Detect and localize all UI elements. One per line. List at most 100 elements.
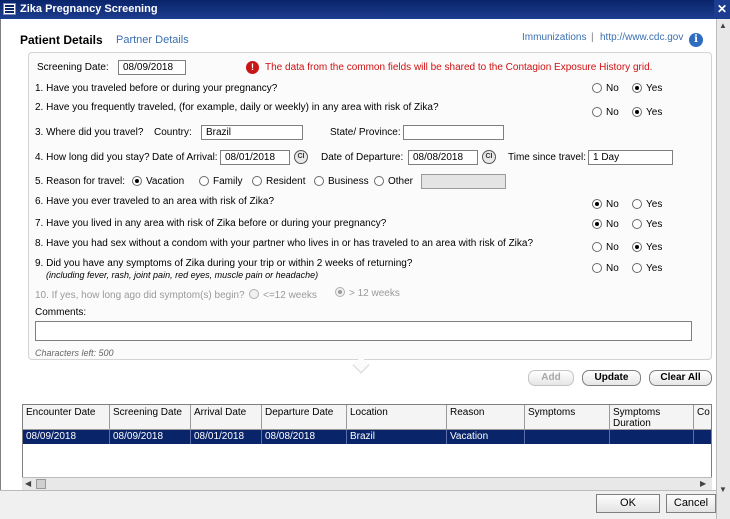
- column-header[interactable]: Screening Date: [110, 405, 191, 430]
- vertical-scrollbar[interactable]: ▲ ▼: [716, 19, 730, 519]
- q1-no-radio[interactable]: [592, 83, 602, 93]
- scroll-down-icon[interactable]: ▼: [719, 485, 727, 494]
- departure-label: Date of Departure:: [321, 152, 404, 163]
- reason-resident-radio[interactable]: [252, 176, 262, 186]
- q9-no-radio[interactable]: [592, 263, 602, 273]
- screening-date-field[interactable]: 08/09/2018: [118, 60, 186, 75]
- table-cell: [525, 430, 610, 444]
- window-title-bar: Zika Pregnancy Screening ✕: [0, 0, 730, 19]
- q2-no-label: No: [606, 107, 619, 118]
- question-10: 10. If yes, how long ago did symptom(s) …: [35, 290, 245, 301]
- q8-no-label: No: [606, 242, 619, 253]
- q10-over-12-label: > 12 weeks: [349, 288, 400, 299]
- q6-yes-label: Yes: [646, 199, 663, 210]
- question-4: 4. How long did you stay?: [35, 152, 150, 163]
- column-header[interactable]: Location: [347, 405, 447, 430]
- q1-yes-radio[interactable]: [632, 83, 642, 93]
- question-1: 1. Have you traveled before or during yo…: [35, 83, 278, 94]
- state-label: State/ Province:: [330, 127, 401, 138]
- state-field[interactable]: [403, 125, 504, 140]
- question-9-subtext: (including fever, rash, joint pain, red …: [46, 270, 319, 280]
- column-header[interactable]: Symptoms: [525, 405, 610, 430]
- window-title: Zika Pregnancy Screening: [20, 3, 158, 15]
- arrival-calendar-icon[interactable]: CI: [294, 150, 308, 164]
- cancel-button[interactable]: Cancel: [666, 494, 716, 513]
- q7-yes-radio[interactable]: [632, 219, 642, 229]
- table-cell: [694, 430, 711, 444]
- q9-yes-radio[interactable]: [632, 263, 642, 273]
- q8-yes-radio[interactable]: [632, 242, 642, 252]
- question-9: 9. Did you have any symptoms of Zika dur…: [35, 258, 413, 269]
- comments-label: Comments:: [35, 307, 87, 318]
- scroll-left-icon[interactable]: ◀: [25, 479, 31, 488]
- q6-yes-radio[interactable]: [632, 199, 642, 209]
- table-row[interactable]: 08/09/2018 08/09/2018 08/01/2018 08/08/2…: [23, 430, 711, 444]
- q9-yes-label: Yes: [646, 263, 663, 274]
- q8-no-radio[interactable]: [592, 242, 602, 252]
- scroll-right-icon[interactable]: ▶: [700, 479, 706, 488]
- q7-no-label: No: [606, 219, 619, 230]
- column-header[interactable]: Symptoms Duration: [610, 405, 694, 430]
- country-label: Country:: [154, 127, 192, 138]
- horizontal-scrollbar[interactable]: ◀ ▶: [22, 477, 712, 490]
- arrival-date-field[interactable]: 08/01/2018: [220, 150, 290, 165]
- table-cell: [610, 430, 694, 444]
- info-icon[interactable]: i: [689, 33, 703, 47]
- q2-yes-radio[interactable]: [632, 107, 642, 117]
- table-cell: 08/09/2018: [110, 430, 191, 444]
- table-cell: 08/01/2018: [191, 430, 262, 444]
- column-header[interactable]: Reason: [447, 405, 525, 430]
- reason-business-label: Business: [328, 176, 369, 187]
- question-2: 2. Have you frequently traveled, (for ex…: [35, 102, 439, 113]
- q6-no-radio[interactable]: [592, 199, 602, 209]
- column-header[interactable]: Arrival Date: [191, 405, 262, 430]
- departure-calendar-icon[interactable]: CI: [482, 150, 496, 164]
- q9-no-label: No: [606, 263, 619, 274]
- scroll-thumb[interactable]: [36, 479, 46, 489]
- reason-vacation-radio[interactable]: [132, 176, 142, 186]
- q2-yes-label: Yes: [646, 107, 663, 118]
- q1-no-label: No: [606, 83, 619, 94]
- country-field[interactable]: Brazil: [201, 125, 303, 140]
- update-button[interactable]: Update: [582, 370, 641, 386]
- reason-business-radio[interactable]: [314, 176, 324, 186]
- ok-button[interactable]: OK: [596, 494, 660, 513]
- immunizations-link[interactable]: Immunizations: [522, 32, 586, 43]
- reason-other-field: [421, 174, 506, 189]
- column-header[interactable]: Co: [694, 405, 711, 430]
- reason-vacation-label: Vacation: [146, 176, 185, 187]
- table-cell: 08/09/2018: [23, 430, 110, 444]
- tab-partner-details[interactable]: Partner Details: [116, 34, 189, 46]
- table-cell: 08/08/2018: [262, 430, 347, 444]
- q10-over-12-radio[interactable]: [335, 287, 345, 297]
- reason-family-label: Family: [213, 176, 243, 187]
- reason-other-radio[interactable]: [374, 176, 384, 186]
- column-header[interactable]: Encounter Date: [23, 405, 110, 430]
- tab-patient-details[interactable]: Patient Details: [20, 33, 103, 47]
- question-5: 5. Reason for travel:: [35, 176, 126, 187]
- reason-other-label: Other: [388, 176, 414, 187]
- q10-under-12-radio[interactable]: [249, 289, 259, 299]
- screening-date-label: Screening Date:: [37, 62, 109, 73]
- app-icon: [3, 3, 16, 15]
- cdc-link[interactable]: http://www.cdc.gov: [600, 32, 683, 43]
- time-since-label: Time since travel:: [508, 152, 586, 163]
- table-cell: Vacation: [447, 430, 525, 444]
- q7-no-radio[interactable]: [592, 219, 602, 229]
- departure-date-field[interactable]: 08/08/2018: [408, 150, 478, 165]
- time-since-field[interactable]: 1 Day: [588, 150, 673, 165]
- scroll-up-icon[interactable]: ▲: [719, 21, 727, 30]
- clear-all-button[interactable]: Clear All: [649, 370, 712, 386]
- q6-no-label: No: [606, 199, 619, 210]
- close-icon[interactable]: ✕: [714, 0, 730, 19]
- reason-family-radio[interactable]: [199, 176, 209, 186]
- column-header[interactable]: Departure Date: [262, 405, 347, 430]
- add-button[interactable]: Add: [528, 370, 574, 386]
- alert-message: The data from the common fields will be …: [265, 62, 653, 73]
- arrival-label: Date of Arrival:: [152, 152, 218, 163]
- q8-yes-label: Yes: [646, 242, 663, 253]
- q2-no-radio[interactable]: [592, 107, 602, 117]
- link-separator: |: [591, 32, 594, 43]
- alert-icon: !: [246, 61, 259, 74]
- comments-field[interactable]: [35, 321, 692, 341]
